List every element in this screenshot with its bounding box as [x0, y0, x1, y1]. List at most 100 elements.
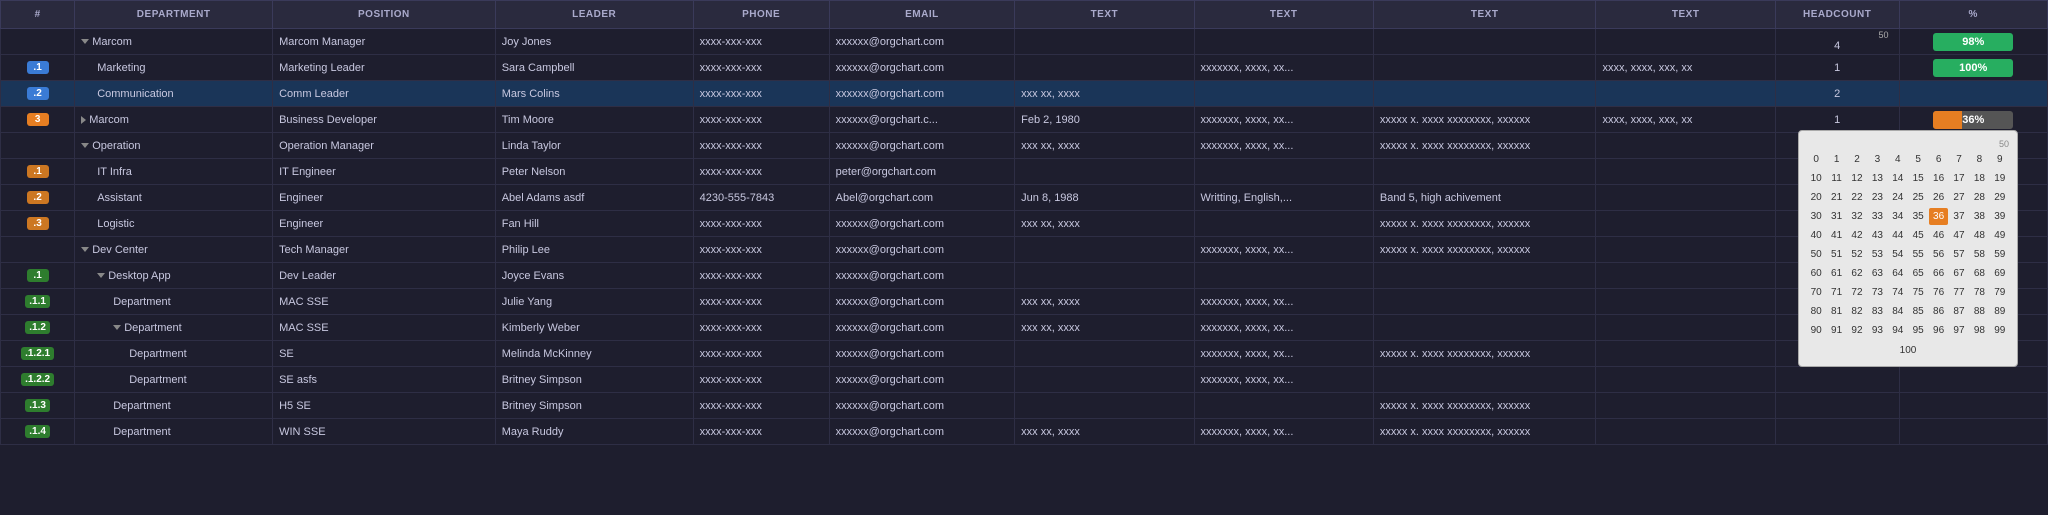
picker-number-19[interactable]: 19 — [1991, 170, 2009, 187]
picker-number-11[interactable]: 11 — [1827, 170, 1845, 187]
picker-number-58[interactable]: 58 — [1970, 246, 1988, 263]
picker-number-48[interactable]: 48 — [1970, 227, 1988, 244]
picker-number-36[interactable]: 36 — [1929, 208, 1947, 225]
picker-number-43[interactable]: 43 — [1868, 227, 1886, 244]
table-row[interactable]: Dev CenterTech ManagerPhilip Leexxxx-xxx… — [1, 237, 2048, 263]
picker-number-40[interactable]: 40 — [1807, 227, 1825, 244]
table-row[interactable]: .1.1DepartmentMAC SSEJulie Yangxxxx-xxx-… — [1, 289, 2048, 315]
picker-number-29[interactable]: 29 — [1991, 189, 2009, 206]
table-row[interactable]: .1.2.1DepartmentSEMelinda McKinneyxxxx-x… — [1, 341, 2048, 367]
picker-number-5[interactable]: 5 — [1909, 151, 1927, 168]
picker-number-64[interactable]: 64 — [1889, 265, 1907, 282]
percent-cell[interactable] — [1899, 393, 2048, 419]
picker-number-74[interactable]: 74 — [1889, 284, 1907, 301]
percent-cell[interactable]: 98% — [1899, 29, 2048, 55]
picker-number-45[interactable]: 45 — [1909, 227, 1927, 244]
picker-number-39[interactable]: 39 — [1991, 208, 2009, 225]
picker-number-54[interactable]: 54 — [1889, 246, 1907, 263]
picker-number-51[interactable]: 51 — [1827, 246, 1845, 263]
picker-number-16[interactable]: 16 — [1929, 170, 1947, 187]
picker-number-62[interactable]: 62 — [1848, 265, 1866, 282]
picker-number-37[interactable]: 37 — [1950, 208, 1968, 225]
picker-number-73[interactable]: 73 — [1868, 284, 1886, 301]
table-row[interactable]: .2CommunicationComm LeaderMars Colinsxxx… — [1, 81, 2048, 107]
expand-icon[interactable] — [81, 116, 86, 124]
collapse-icon[interactable] — [81, 247, 89, 252]
picker-number-4[interactable]: 4 — [1889, 151, 1907, 168]
percent-cell[interactable] — [1899, 367, 2048, 393]
picker-number-53[interactable]: 53 — [1868, 246, 1886, 263]
picker-number-10[interactable]: 10 — [1807, 170, 1825, 187]
picker-number-96[interactable]: 96 — [1929, 322, 1947, 339]
table-row[interactable]: OperationOperation ManagerLinda Taylorxx… — [1, 133, 2048, 159]
picker-number-92[interactable]: 92 — [1848, 322, 1866, 339]
picker-number-35[interactable]: 35 — [1909, 208, 1927, 225]
picker-number-44[interactable]: 44 — [1889, 227, 1907, 244]
picker-number-33[interactable]: 33 — [1868, 208, 1886, 225]
table-row[interactable]: 3MarcomBusiness DeveloperTim Moorexxxx-x… — [1, 107, 2048, 133]
picker-number-79[interactable]: 79 — [1991, 284, 2009, 301]
picker-number-87[interactable]: 87 — [1950, 303, 1968, 320]
picker-number-57[interactable]: 57 — [1950, 246, 1968, 263]
picker-number-38[interactable]: 38 — [1970, 208, 1988, 225]
picker-hundred[interactable]: 100 — [1807, 343, 2009, 358]
picker-number-21[interactable]: 21 — [1827, 189, 1845, 206]
picker-number-30[interactable]: 30 — [1807, 208, 1825, 225]
picker-number-78[interactable]: 78 — [1970, 284, 1988, 301]
picker-number-22[interactable]: 22 — [1848, 189, 1866, 206]
picker-number-0[interactable]: 0 — [1807, 151, 1825, 168]
table-row[interactable]: .1.4DepartmentWIN SSEMaya Ruddyxxxx-xxx-… — [1, 419, 2048, 445]
picker-number-31[interactable]: 31 — [1827, 208, 1845, 225]
picker-number-46[interactable]: 46 — [1929, 227, 1947, 244]
percent-cell[interactable]: 36% — [1899, 107, 2048, 133]
picker-number-15[interactable]: 15 — [1909, 170, 1927, 187]
table-row[interactable]: .1IT InfraIT EngineerPeter Nelsonxxxx-xx… — [1, 159, 2048, 185]
picker-number-70[interactable]: 70 — [1807, 284, 1825, 301]
table-row[interactable]: .1.2DepartmentMAC SSEKimberly Weberxxxx-… — [1, 315, 2048, 341]
picker-number-98[interactable]: 98 — [1970, 322, 1988, 339]
picker-number-80[interactable]: 80 — [1807, 303, 1825, 320]
picker-number-86[interactable]: 86 — [1929, 303, 1947, 320]
picker-number-88[interactable]: 88 — [1970, 303, 1988, 320]
picker-number-34[interactable]: 34 — [1889, 208, 1907, 225]
table-row[interactable]: MarcomMarcom ManagerJoy Jonesxxxx-xxx-xx… — [1, 29, 2048, 55]
picker-number-75[interactable]: 75 — [1909, 284, 1927, 301]
picker-number-97[interactable]: 97 — [1950, 322, 1968, 339]
picker-number-26[interactable]: 26 — [1929, 189, 1947, 206]
collapse-icon[interactable] — [97, 273, 105, 278]
picker-number-59[interactable]: 59 — [1991, 246, 2009, 263]
picker-number-61[interactable]: 61 — [1827, 265, 1845, 282]
picker-number-91[interactable]: 91 — [1827, 322, 1845, 339]
picker-number-27[interactable]: 27 — [1950, 189, 1968, 206]
picker-number-56[interactable]: 56 — [1929, 246, 1947, 263]
picker-number-14[interactable]: 14 — [1889, 170, 1907, 187]
picker-number-28[interactable]: 28 — [1970, 189, 1988, 206]
picker-number-32[interactable]: 32 — [1848, 208, 1866, 225]
picker-number-77[interactable]: 77 — [1950, 284, 1968, 301]
picker-number-13[interactable]: 13 — [1868, 170, 1886, 187]
picker-number-65[interactable]: 65 — [1909, 265, 1927, 282]
picker-number-17[interactable]: 17 — [1950, 170, 1968, 187]
picker-number-52[interactable]: 52 — [1848, 246, 1866, 263]
picker-number-76[interactable]: 76 — [1929, 284, 1947, 301]
table-row[interactable]: .3LogisticEngineerFan Hillxxxx-xxx-xxxxx… — [1, 211, 2048, 237]
picker-number-42[interactable]: 42 — [1848, 227, 1866, 244]
picker-number-99[interactable]: 99 — [1991, 322, 2009, 339]
picker-number-8[interactable]: 8 — [1970, 151, 1988, 168]
picker-number-83[interactable]: 83 — [1868, 303, 1886, 320]
collapse-icon[interactable] — [81, 39, 89, 44]
picker-number-84[interactable]: 84 — [1889, 303, 1907, 320]
number-picker[interactable]: 50 0123456789101112131415161718192021222… — [1798, 130, 2018, 367]
picker-number-6[interactable]: 6 — [1929, 151, 1947, 168]
picker-number-89[interactable]: 89 — [1991, 303, 2009, 320]
picker-number-12[interactable]: 12 — [1848, 170, 1866, 187]
table-row[interactable]: .2AssistantEngineerAbel Adams asdf4230-5… — [1, 185, 2048, 211]
picker-number-7[interactable]: 7 — [1950, 151, 1968, 168]
picker-number-55[interactable]: 55 — [1909, 246, 1927, 263]
picker-number-94[interactable]: 94 — [1889, 322, 1907, 339]
picker-number-2[interactable]: 2 — [1848, 151, 1866, 168]
picker-number-90[interactable]: 90 — [1807, 322, 1825, 339]
picker-number-60[interactable]: 60 — [1807, 265, 1825, 282]
picker-number-47[interactable]: 47 — [1950, 227, 1968, 244]
picker-number-1[interactable]: 1 — [1827, 151, 1845, 168]
